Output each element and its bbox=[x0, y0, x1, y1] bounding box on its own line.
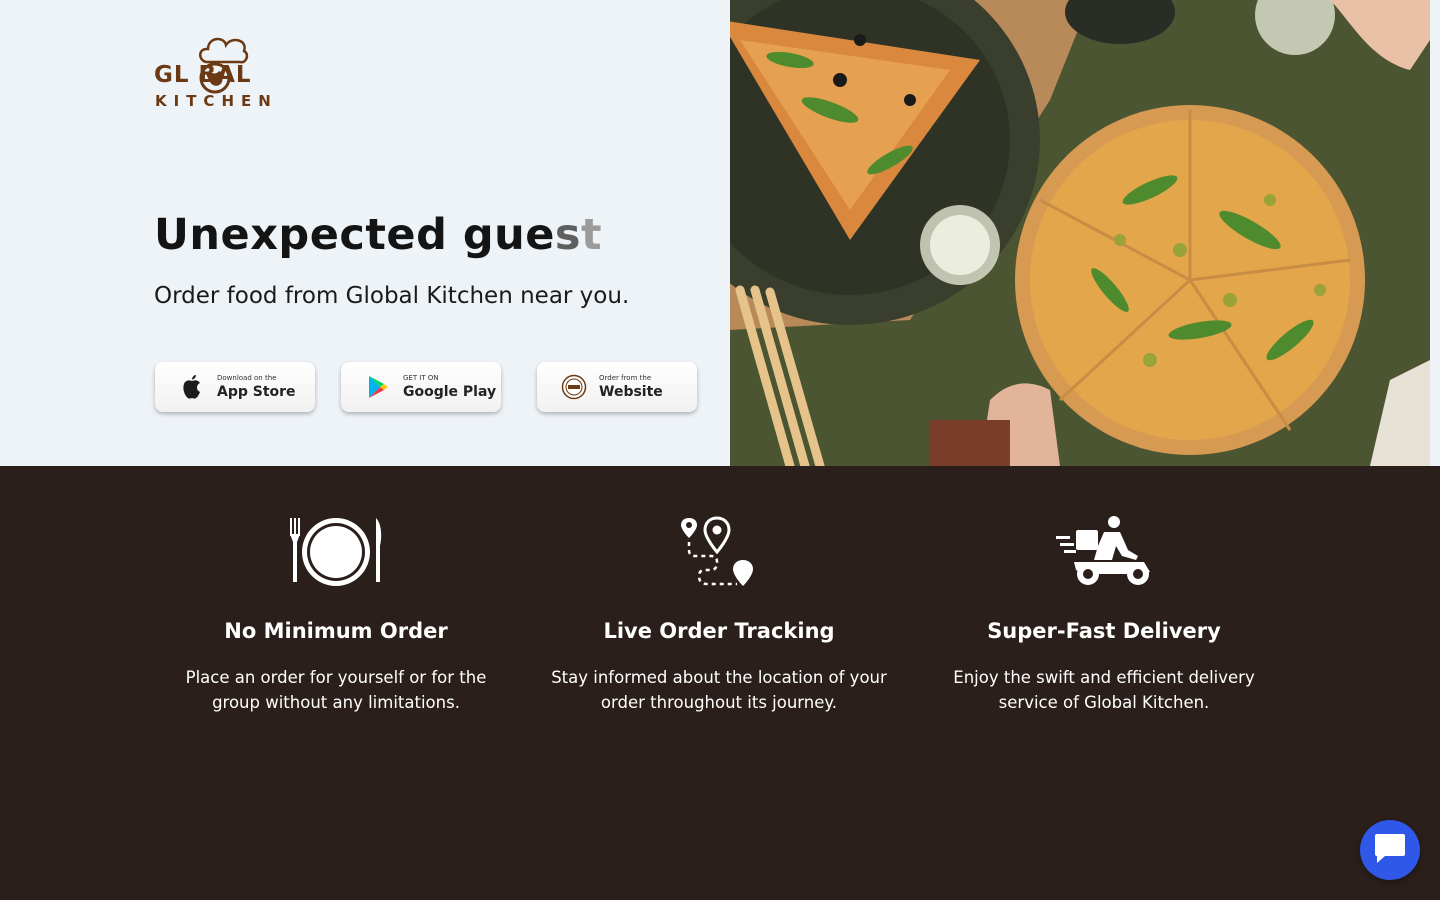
hero-content: GL BAL KITCHEN Unexpected guest Order fo… bbox=[0, 0, 730, 466]
google-play-label: GET IT ON Google Play bbox=[403, 374, 497, 400]
feature-title: Live Order Tracking bbox=[603, 619, 835, 643]
website-big-text: Website bbox=[599, 384, 663, 400]
logo-text-bottom: KITCHEN bbox=[155, 92, 278, 110]
feature-description: Stay informed about the location of your… bbox=[551, 668, 887, 712]
headline-typing-char: s bbox=[554, 210, 581, 260]
google-play-icon bbox=[363, 372, 393, 402]
website-logo-icon bbox=[559, 372, 589, 402]
website-label: Order from the Website bbox=[599, 374, 663, 400]
apple-icon bbox=[177, 372, 207, 402]
google-play-button[interactable]: GET IT ON Google Play bbox=[341, 362, 501, 412]
google-play-small-text: GET IT ON bbox=[403, 374, 439, 382]
hero-subline: Order food from Global Kitchen near you. bbox=[154, 283, 630, 309]
headline-text: Unexpected gue bbox=[154, 210, 555, 260]
google-play-big-text: Google Play bbox=[403, 384, 497, 400]
feature-title: No Minimum Order bbox=[224, 619, 448, 643]
feature-title: Super-Fast Delivery bbox=[987, 619, 1221, 643]
plate-cutlery-icon bbox=[144, 516, 528, 588]
features-section: No Minimum Order Place an order for your… bbox=[0, 466, 1440, 900]
delivery-scooter-icon bbox=[912, 516, 1296, 588]
app-store-button[interactable]: Download on the App Store bbox=[155, 362, 315, 412]
global-kitchen-logo[interactable]: GL BAL KITCHEN bbox=[154, 32, 304, 112]
chat-button[interactable] bbox=[1360, 820, 1420, 880]
hero-pizza-photo bbox=[730, 0, 1430, 466]
hero-section: GL BAL KITCHEN Unexpected guest Order fo… bbox=[0, 0, 1440, 466]
chat-bubble-icon bbox=[1373, 832, 1407, 868]
app-store-label: Download on the App Store bbox=[217, 374, 296, 400]
feature-description: Enjoy the swift and efficient delivery s… bbox=[953, 668, 1255, 712]
route-pin-icon bbox=[527, 516, 911, 588]
app-store-big-text: App Store bbox=[217, 384, 296, 400]
website-order-button[interactable]: Order from the Website bbox=[537, 362, 697, 412]
app-store-small-text: Download on the bbox=[217, 374, 277, 382]
hero-headline: Unexpected guest bbox=[154, 210, 602, 260]
feature-description: Place an order for yourself or for the g… bbox=[185, 668, 487, 712]
headline-typing-char-faded: t bbox=[581, 210, 603, 260]
website-small-text: Order from the bbox=[599, 374, 652, 382]
logo-text-top: GL BAL bbox=[154, 62, 252, 88]
